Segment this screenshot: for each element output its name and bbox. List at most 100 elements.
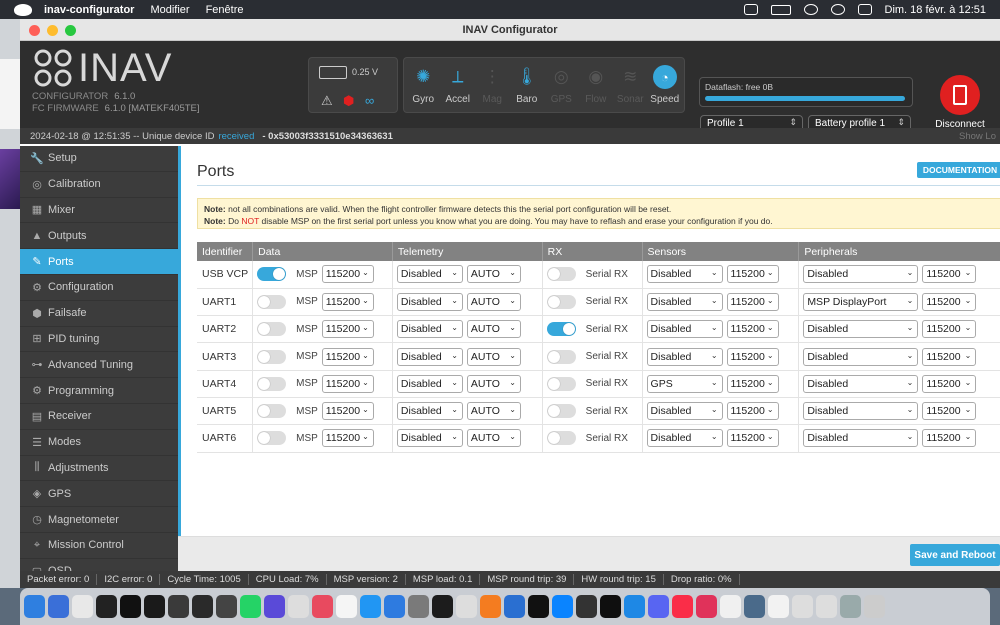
- chrome-icon[interactable]: [576, 595, 597, 618]
- documentation-button[interactable]: DOCUMENTATION: [917, 162, 1000, 178]
- peripherals-baud-select[interactable]: 115200 ⌄: [922, 374, 977, 393]
- msp-toggle[interactable]: [257, 349, 287, 364]
- music-icon[interactable]: [672, 595, 693, 618]
- telemetry-baud-select[interactable]: AUTO ⌄: [466, 347, 521, 366]
- photos-icon[interactable]: [312, 595, 333, 618]
- wifi-icon[interactable]: [803, 4, 818, 15]
- sidebar-item-outputs[interactable]: ▲ Outputs: [20, 223, 178, 250]
- telemetry-select[interactable]: Disabled ⌄: [396, 374, 463, 393]
- battery-icon[interactable]: [770, 4, 791, 15]
- sensors-select[interactable]: Disabled ⌄: [646, 292, 723, 311]
- whatsapp-icon[interactable]: [240, 595, 261, 618]
- sidebar-item-mission-control[interactable]: ⌖ Mission Control: [20, 533, 178, 559]
- safari-icon[interactable]: [552, 595, 573, 618]
- app-icon[interactable]: [480, 595, 501, 618]
- serial-rx-toggle[interactable]: [546, 431, 576, 446]
- serial-rx-toggle[interactable]: [546, 267, 576, 282]
- terminal-icon[interactable]: [600, 595, 621, 618]
- menu-app[interactable]: inav-configurator: [44, 4, 134, 16]
- serial-rx-toggle[interactable]: [546, 349, 576, 364]
- app-icon[interactable]: [816, 595, 837, 618]
- telemetry-baud-select[interactable]: AUTO ⌄: [466, 402, 521, 421]
- sidebar-item-modes[interactable]: ☰ Modes: [20, 430, 178, 456]
- sensors-baud-select[interactable]: 115200 ⌄: [726, 265, 779, 284]
- launchpad-icon[interactable]: [72, 595, 93, 618]
- sensors-select[interactable]: Disabled ⌄: [646, 429, 723, 448]
- telemetry-baud-select[interactable]: AUTO ⌄: [466, 320, 521, 339]
- telemetry-select[interactable]: Disabled ⌄: [396, 347, 463, 366]
- finder-icon[interactable]: [24, 595, 45, 618]
- app-icon[interactable]: [120, 595, 141, 618]
- sensors-baud-select[interactable]: 115200 ⌄: [726, 429, 779, 448]
- app-icon[interactable]: [624, 595, 645, 618]
- trash-icon[interactable]: [864, 595, 885, 618]
- sensors-baud-select[interactable]: 115200 ⌄: [726, 347, 779, 366]
- peripherals-baud-select[interactable]: 115200 ⌄: [922, 347, 977, 366]
- telemetry-baud-select[interactable]: AUTO ⌄: [466, 265, 521, 284]
- peripherals-select[interactable]: Disabled ⌄: [803, 374, 919, 393]
- telemetry-baud-select[interactable]: AUTO ⌄: [466, 429, 521, 448]
- msp-baud-select[interactable]: 115200 ⌄: [321, 265, 374, 284]
- peripherals-baud-select[interactable]: 115200 ⌄: [922, 429, 977, 448]
- app-icon[interactable]: [432, 595, 453, 618]
- help-icon[interactable]: [792, 595, 813, 618]
- app-icon[interactable]: [744, 595, 765, 618]
- msp-toggle[interactable]: [257, 294, 287, 309]
- zoom-window-button[interactable]: [65, 25, 76, 36]
- sidebar-item-failsafe[interactable]: ⬢ Failsafe: [20, 301, 178, 327]
- checkmark-status-icon[interactable]: [743, 4, 758, 15]
- app-icon[interactable]: [840, 595, 861, 618]
- msp-toggle[interactable]: [257, 431, 287, 446]
- help-icon[interactable]: [288, 595, 309, 618]
- app-icon[interactable]: [48, 595, 69, 618]
- serial-rx-toggle[interactable]: [546, 404, 576, 419]
- show-log-link[interactable]: Show Lo: [959, 131, 996, 142]
- sidebar-item-configuration[interactable]: ⚙ Configuration: [20, 275, 178, 301]
- sidebar-item-pid-tuning[interactable]: ⊞ PID tuning: [20, 327, 178, 353]
- disconnect-button[interactable]: Disconnect: [926, 75, 994, 130]
- sidebar-item-gps[interactable]: ◈ GPS: [20, 481, 178, 508]
- spotlight-icon[interactable]: [830, 4, 845, 15]
- peripherals-select[interactable]: Disabled ⌄: [803, 347, 919, 366]
- telemetry-select[interactable]: Disabled ⌄: [396, 429, 463, 448]
- minimize-window-button[interactable]: [47, 25, 58, 36]
- app-icon[interactable]: [96, 595, 117, 618]
- telemetry-baud-select[interactable]: AUTO ⌄: [466, 374, 521, 393]
- msp-baud-select[interactable]: 115200 ⌄: [321, 347, 374, 366]
- telemetry-select[interactable]: Disabled ⌄: [396, 265, 463, 284]
- app-icon[interactable]: [696, 595, 717, 618]
- msp-toggle[interactable]: [257, 376, 287, 391]
- serial-rx-toggle[interactable]: [546, 322, 576, 337]
- app-icon[interactable]: [768, 595, 789, 618]
- sensors-baud-select[interactable]: 115200 ⌄: [726, 402, 779, 421]
- sensors-select[interactable]: Disabled ⌄: [646, 402, 723, 421]
- sidebar-item-setup[interactable]: 🔧 Setup: [20, 146, 178, 172]
- telemetry-baud-select[interactable]: AUTO ⌄: [466, 292, 521, 311]
- serial-rx-toggle[interactable]: [546, 294, 576, 309]
- menu-modifier[interactable]: Modifier: [150, 4, 189, 16]
- sidebar-item-advanced-tuning[interactable]: ⊶ Advanced Tuning: [20, 352, 178, 379]
- msp-baud-select[interactable]: 115200 ⌄: [321, 402, 374, 421]
- app-icon[interactable]: [408, 595, 429, 618]
- peripherals-select[interactable]: MSP DisplayPort ⌄: [803, 292, 919, 311]
- discord-icon[interactable]: [648, 595, 669, 618]
- peripherals-select[interactable]: Disabled ⌄: [803, 320, 919, 339]
- telemetry-select[interactable]: Disabled ⌄: [396, 320, 463, 339]
- sensors-select[interactable]: GPS ⌄: [646, 374, 723, 393]
- app-icon[interactable]: [144, 595, 165, 618]
- save-and-reboot-button[interactable]: Save and Reboot: [910, 544, 1000, 566]
- sensors-baud-select[interactable]: 115200 ⌄: [726, 374, 779, 393]
- peripherals-select[interactable]: Disabled ⌄: [803, 402, 919, 421]
- sidebar-item-adjustments[interactable]: ⫼ Adjustments: [20, 456, 178, 482]
- app-icon[interactable]: [192, 595, 213, 618]
- telemetry-select[interactable]: Disabled ⌄: [396, 292, 463, 311]
- msp-toggle[interactable]: [257, 322, 287, 337]
- sidebar-item-osd[interactable]: ▢OSD: [20, 559, 178, 571]
- sensors-baud-select[interactable]: 115200 ⌄: [726, 292, 779, 311]
- msp-toggle[interactable]: [257, 404, 287, 419]
- menubar-clock[interactable]: Dim. 18 févr. à 12:51: [885, 4, 987, 16]
- app-icon[interactable]: [168, 595, 189, 618]
- sidebar-item-mixer[interactable]: ▦ Mixer: [20, 198, 178, 224]
- app-icon[interactable]: [264, 595, 285, 618]
- telemetry-select[interactable]: Disabled ⌄: [396, 402, 463, 421]
